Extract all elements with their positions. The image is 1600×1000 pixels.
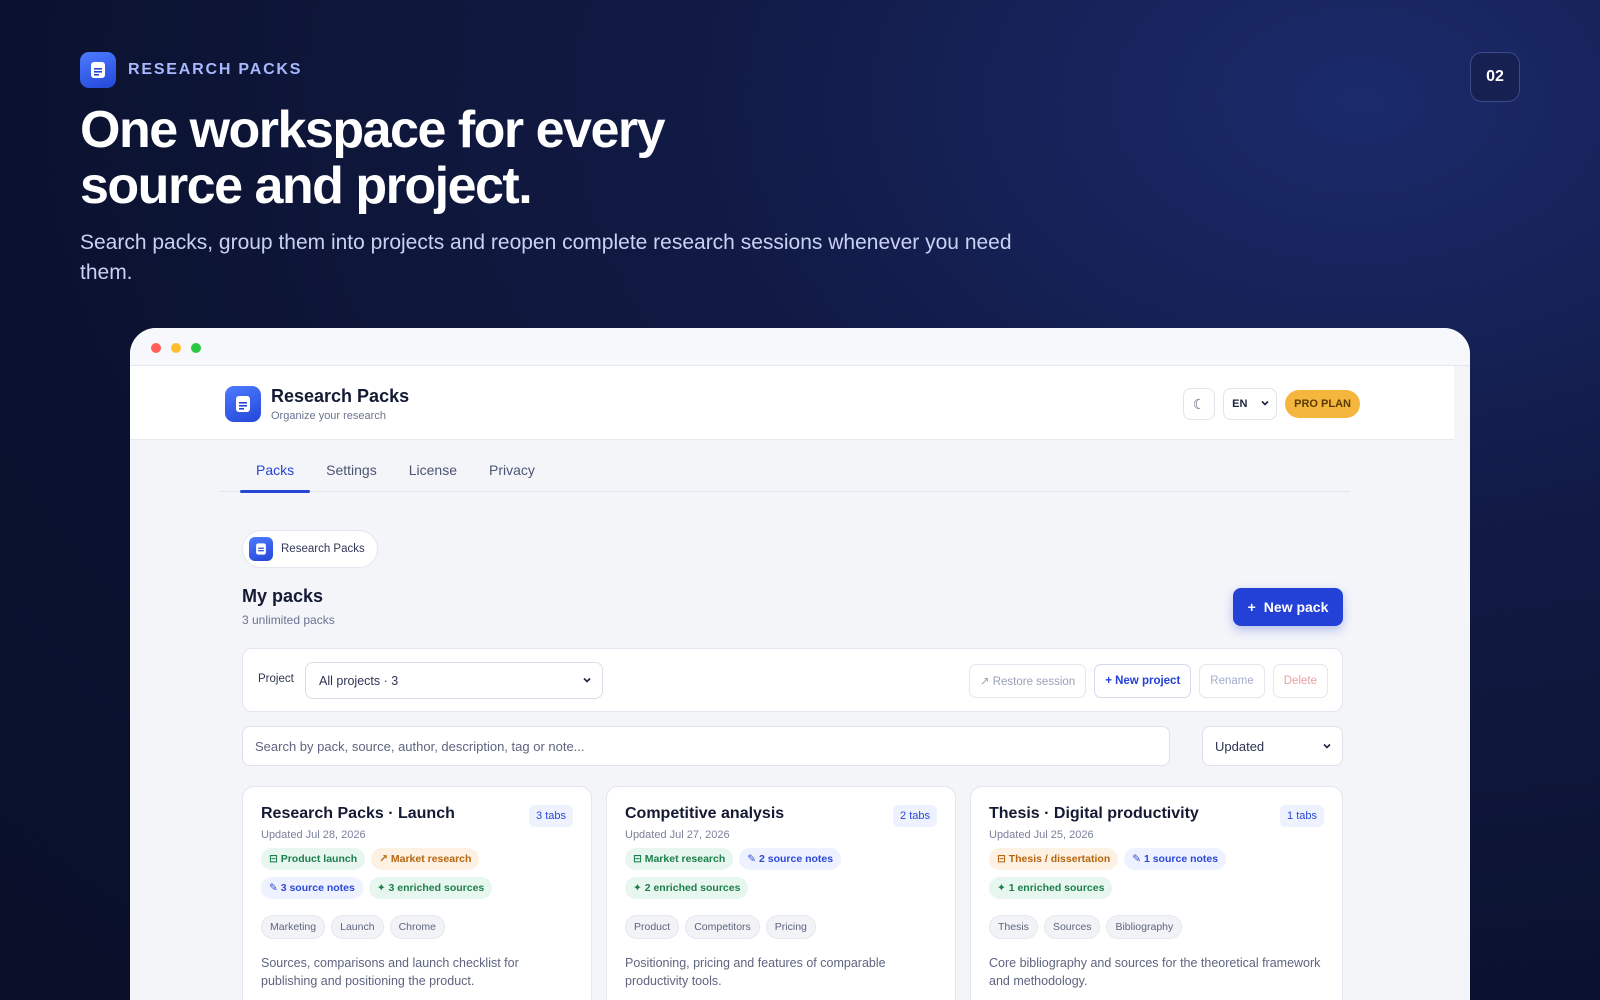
new-pack-button[interactable]: + New pack bbox=[1233, 588, 1343, 626]
pack-card[interactable]: Research Packs · Launch 3 tabs Updated J… bbox=[242, 786, 592, 1000]
pack-card[interactable]: Competitive analysis 2 tabs Updated Jul … bbox=[606, 786, 956, 1000]
tab-count-badge: 3 tabs bbox=[529, 805, 573, 827]
delete-button[interactable]: Delete bbox=[1272, 664, 1328, 698]
restore-session-button[interactable]: ↗ Restore session bbox=[968, 664, 1087, 698]
pack-card[interactable]: Thesis · Digital productivity 1 tabs Upd… bbox=[970, 786, 1343, 1000]
card-updated: Updated Jul 25, 2026 bbox=[989, 829, 1094, 841]
maximize-window-dot[interactable] bbox=[191, 343, 201, 353]
page-number: 02 bbox=[1470, 52, 1520, 102]
card-badges: ⊟ Market research ✎ 2 source notes ✦ 2 e… bbox=[625, 848, 925, 899]
card-title: Competitive analysis bbox=[625, 805, 785, 822]
project-select-value: All projects · 3 bbox=[319, 673, 399, 688]
tab-license[interactable]: License bbox=[393, 452, 473, 492]
app-brand: Research Packs Organize your research bbox=[225, 386, 409, 422]
card-tags: Thesis Sources Bibliography bbox=[989, 915, 1324, 939]
tab-packs[interactable]: Packs bbox=[240, 452, 311, 493]
theme-toggle-button[interactable]: ☾ bbox=[1183, 388, 1216, 420]
section-subtitle: 3 unlimited packs bbox=[242, 613, 335, 627]
card-tags: Marketing Launch Chrome bbox=[261, 915, 573, 939]
card-updated: Updated Jul 28, 2026 bbox=[261, 829, 366, 841]
card-description: Positioning, pricing and features of com… bbox=[625, 956, 886, 988]
eyebrow-label: RESEARCH PACKS bbox=[128, 61, 303, 78]
hero-subtitle: Search packs, group them into projects a… bbox=[80, 231, 1012, 284]
chevron-down-icon bbox=[582, 674, 592, 688]
project-label: Project bbox=[258, 673, 294, 685]
card-description: Core bibliography and sources for the th… bbox=[989, 956, 1321, 988]
card-description: Sources, comparisons and launch checklis… bbox=[261, 956, 519, 988]
project-badge: ⊟ Market research bbox=[625, 848, 734, 870]
moon-icon: ☾ bbox=[1192, 395, 1206, 412]
project-badge: ⊟ Product launch bbox=[261, 848, 366, 870]
breadcrumb-label: Research Packs bbox=[281, 543, 365, 555]
new-pack-label: New pack bbox=[1263, 599, 1329, 615]
notes-badge: ✎ 3 source notes bbox=[261, 877, 363, 899]
hero-section: RESEARCH PACKS One workspace for every s… bbox=[80, 52, 1080, 288]
breadcrumb-logo-icon bbox=[249, 537, 273, 561]
header-controls: ☾ EN PRO PLAN bbox=[1183, 388, 1360, 420]
plus-icon: + bbox=[1247, 599, 1256, 615]
app-header: Research Packs Organize your research ☾ … bbox=[130, 366, 1454, 440]
rename-button[interactable]: Rename bbox=[1199, 664, 1265, 698]
tab-count-badge: 1 tabs bbox=[1280, 805, 1324, 827]
project-badge: ↗ Market research bbox=[371, 848, 480, 870]
language-select[interactable]: EN bbox=[1223, 388, 1278, 420]
app-title: Research Packs bbox=[271, 386, 410, 406]
app-subtitle: Organize your research bbox=[271, 410, 386, 422]
tag-chip[interactable]: Marketing bbox=[261, 915, 326, 939]
project-select[interactable]: All projects · 3 bbox=[305, 662, 603, 699]
pro-plan-badge: PRO PLAN bbox=[1285, 390, 1360, 418]
sort-select-value: Updated bbox=[1215, 738, 1265, 754]
tag-chip[interactable]: Pricing bbox=[765, 915, 816, 939]
card-badges: ⊟ Thesis / dissertation ✎ 1 source notes… bbox=[989, 848, 1289, 899]
browser-window: Research Packs Organize your research ☾ … bbox=[130, 328, 1470, 1000]
tab-count-badge: 2 tabs bbox=[893, 805, 937, 827]
enriched-badge: ✦ 3 enriched sources bbox=[368, 877, 493, 899]
section-title: My packs bbox=[242, 586, 324, 606]
card-badges: ⊟ Product launch ↗ Market research ✎ 3 s… bbox=[261, 848, 561, 899]
tag-chip[interactable]: Sources bbox=[1043, 915, 1101, 939]
chevron-down-icon bbox=[1322, 739, 1332, 754]
tab-settings[interactable]: Settings bbox=[310, 452, 393, 492]
card-title: Research Packs · Launch bbox=[261, 805, 455, 822]
language-value: EN bbox=[1232, 398, 1248, 410]
card-updated: Updated Jul 27, 2026 bbox=[625, 829, 730, 841]
minimize-window-dot[interactable] bbox=[171, 343, 181, 353]
eyebrow: RESEARCH PACKS bbox=[80, 52, 1080, 88]
tag-chip[interactable]: Launch bbox=[331, 915, 384, 939]
sort-select[interactable]: Updated bbox=[1202, 726, 1343, 766]
close-window-dot[interactable] bbox=[151, 343, 161, 353]
notes-badge: ✎ 2 source notes bbox=[739, 848, 842, 870]
notes-badge: ✎ 1 source notes bbox=[1124, 848, 1227, 870]
search-input[interactable]: Search by pack, source, author, descript… bbox=[242, 726, 1170, 766]
tag-chip[interactable]: Chrome bbox=[389, 915, 445, 939]
card-title: Thesis · Digital productivity bbox=[989, 805, 1199, 822]
hero-title: One workspace for every source and proje… bbox=[80, 101, 666, 215]
tag-chip[interactable]: Thesis bbox=[989, 915, 1038, 939]
filter-actions: ↗ Restore session + New project Rename D… bbox=[968, 664, 1328, 698]
tag-chip[interactable]: Product bbox=[625, 915, 680, 939]
enriched-badge: ✦ 2 enriched sources bbox=[625, 877, 749, 899]
enriched-badge: ✦ 1 enriched sources bbox=[989, 877, 1113, 899]
app-logo-icon bbox=[225, 386, 261, 422]
breadcrumb[interactable]: Research Packs bbox=[242, 530, 378, 568]
chevron-down-icon bbox=[1260, 398, 1270, 411]
document-icon bbox=[80, 52, 116, 88]
card-tags: Product Competitors Pricing bbox=[625, 915, 937, 939]
tag-chip[interactable]: Bibliography bbox=[1106, 915, 1183, 939]
new-project-button[interactable]: + New project bbox=[1094, 664, 1192, 698]
filter-panel: Project All projects · 3 ↗ Restore sessi… bbox=[242, 648, 1343, 712]
project-badge: ⊟ Thesis / dissertation bbox=[989, 848, 1119, 870]
main-tabs: Packs Settings License Privacy bbox=[220, 452, 1350, 493]
tag-chip[interactable]: Competitors bbox=[685, 915, 760, 939]
window-titlebar bbox=[130, 328, 1470, 366]
tab-privacy[interactable]: Privacy bbox=[473, 452, 551, 492]
